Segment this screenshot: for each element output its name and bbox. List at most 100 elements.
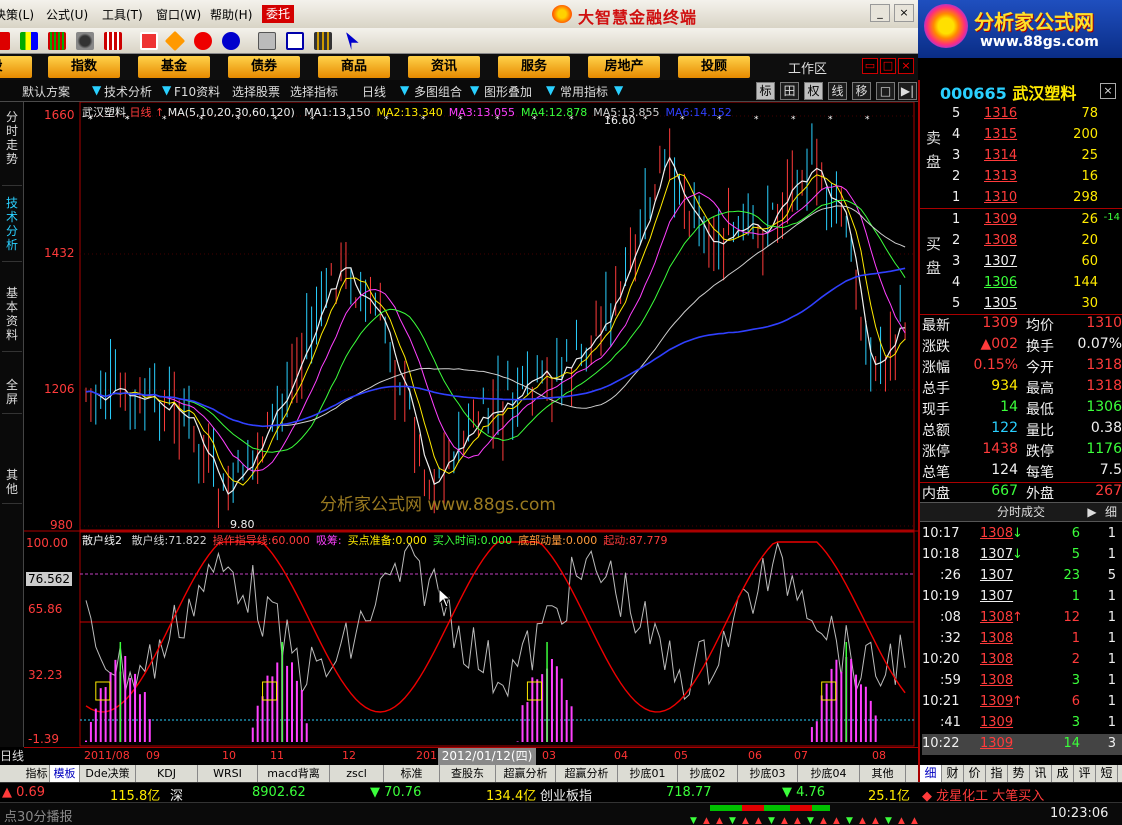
chevron-down-icon[interactable]: ▼	[546, 83, 555, 97]
toolbar-quote-icon[interactable]	[20, 32, 38, 50]
grid-button[interactable]: 田	[780, 82, 799, 100]
restore-icon[interactable]: ▭	[862, 58, 878, 74]
toolbar-news-icon[interactable]	[140, 32, 158, 50]
nav-service[interactable]: 服务	[498, 56, 570, 78]
chevron-down-icon[interactable]: ▼	[400, 83, 409, 97]
line-button[interactable]: 线	[828, 82, 847, 100]
indicator-tab[interactable]: 其他	[860, 765, 906, 782]
period-button[interactable]: 日线	[362, 83, 386, 100]
bid-row[interactable]: 4 1306 144	[940, 273, 1122, 294]
nav-index[interactable]: 指数	[48, 56, 120, 78]
vtab-technical[interactable]: 技术分析	[2, 192, 22, 262]
indicator-tab[interactable]: 超赢分析	[496, 765, 556, 782]
chevron-down-icon[interactable]: ▼	[470, 83, 479, 97]
bid-row[interactable]: 5 1305 30	[940, 294, 1122, 315]
toolbar-binocular-icon[interactable]	[76, 32, 94, 50]
chart-area[interactable]: * * * * * * * * * * * * * * * * * * * * * * * * 武汉塑料 日线 ↑ MA(5,…	[24, 102, 918, 747]
toolbar-print-icon[interactable]	[258, 32, 276, 50]
chevron-down-icon[interactable]: ▼	[92, 83, 101, 97]
vtab-other[interactable]: 其他	[2, 464, 22, 504]
toolbar-f10-icon[interactable]	[194, 32, 212, 50]
ask-row[interactable]: 1 1310 298	[940, 188, 1122, 209]
select-indicator-button[interactable]: 选择指标	[290, 83, 338, 100]
indicator-tab[interactable]: 抄底01	[618, 765, 678, 782]
rights-button[interactable]: 权	[804, 82, 823, 100]
trade-alert-button[interactable]: 委托	[262, 5, 294, 23]
nav-advisor[interactable]: 投顾	[678, 56, 750, 78]
quote-tab[interactable]: 价	[964, 765, 986, 782]
default-scheme-button[interactable]: 默认方案	[22, 83, 70, 100]
nav-bond[interactable]: 债券	[228, 56, 300, 78]
toolbar-red-icon[interactable]	[0, 32, 10, 50]
play-icon[interactable]: ▶	[1084, 503, 1100, 521]
quote-tab[interactable]: 势	[1008, 765, 1030, 782]
mark-button[interactable]: 标	[756, 82, 775, 100]
box-button[interactable]: □	[876, 82, 895, 100]
menu-help[interactable]: 帮助(H)	[210, 6, 252, 23]
toolbar-bars-icon[interactable]	[48, 32, 66, 50]
toolbar-blue-icon[interactable]	[222, 32, 240, 50]
chevron-down-icon[interactable]: ▼	[162, 83, 171, 97]
ask-row[interactable]: 5 1316 78	[940, 104, 1122, 125]
indicator-tab[interactable]: KDJ	[136, 765, 198, 782]
nav-commodity[interactable]: 商品	[318, 56, 390, 78]
toolbar-window-icon[interactable]	[286, 32, 304, 50]
f10-button[interactable]: F10资料	[174, 83, 220, 100]
chevron-down-icon[interactable]: ▼	[614, 83, 623, 97]
play-end-button[interactable]: ▶|	[898, 82, 917, 100]
toolbar-books-icon[interactable]	[314, 32, 332, 50]
indicator-tab[interactable]: 指标	[24, 765, 50, 782]
common-indicator-button[interactable]: 常用指标	[560, 83, 608, 100]
quote-tab[interactable]: 短	[1096, 765, 1118, 782]
ask-row[interactable]: 2 1313 16	[940, 167, 1122, 188]
bid-row[interactable]: 3 1307 60	[940, 252, 1122, 273]
nav-stocks[interactable]: 股	[0, 56, 32, 78]
quote-tab[interactable]: 财	[942, 765, 964, 782]
indicator-tab[interactable]: zscl	[330, 765, 384, 782]
workarea-label[interactable]: 工作区	[788, 58, 827, 77]
overlay-button[interactable]: 图形叠加	[484, 83, 532, 100]
nav-fund[interactable]: 基金	[138, 56, 210, 78]
move-button[interactable]: 移	[852, 82, 871, 100]
indicator-tab[interactable]: 抄底02	[678, 765, 738, 782]
minimize-icon[interactable]: _	[870, 4, 890, 22]
tech-analysis-button[interactable]: 技术分析	[104, 83, 152, 100]
bid-row[interactable]: 1 1309 26 -14	[940, 210, 1122, 231]
indicator-tab[interactable]: WRSI	[198, 765, 258, 782]
menu-window[interactable]: 窗口(W)	[156, 6, 201, 23]
close-icon[interactable]: ×	[898, 58, 914, 74]
indicator-tab[interactable]: Dde决策	[80, 765, 136, 782]
toolbar-chart-icon[interactable]	[104, 32, 122, 50]
vtab-fundamentals[interactable]: 基本资料	[2, 282, 22, 352]
indicator-tab[interactable]: 超赢分析	[556, 765, 618, 782]
maximize-icon[interactable]: □	[880, 58, 896, 74]
nav-info[interactable]: 资讯	[408, 56, 480, 78]
multi-chart-button[interactable]: 多图组合	[414, 83, 462, 100]
select-stock-button[interactable]: 选择股票	[232, 83, 280, 100]
menu-tools[interactable]: 工具(T)	[102, 6, 143, 23]
nav-realestate[interactable]: 房地产	[588, 56, 660, 78]
bid-row[interactable]: 2 1308 20	[940, 231, 1122, 252]
quote-tab[interactable]: 讯	[1030, 765, 1052, 782]
vtab-fullscreen[interactable]: 全屏	[2, 374, 22, 414]
ask-row[interactable]: 3 1314 25	[940, 146, 1122, 167]
close-window-icon[interactable]: ×	[894, 4, 914, 22]
indicator-tab[interactable]: macd背离	[258, 765, 330, 782]
toolbar-diamond-icon[interactable]	[164, 30, 186, 52]
indicator-tab[interactable]: 抄底03	[738, 765, 798, 782]
toolbar-help-icon[interactable]	[346, 32, 359, 50]
ask-row[interactable]: 4 1315 200	[940, 125, 1122, 146]
trades-detail-button[interactable]: 细	[1102, 503, 1120, 521]
indicator-tab[interactable]: 模板	[50, 765, 80, 782]
indicator-tab[interactable]: 抄底04	[798, 765, 860, 782]
quote-tab[interactable]: 指	[986, 765, 1008, 782]
quote-tab[interactable]: 成	[1052, 765, 1074, 782]
vtab-intraday[interactable]: 分时走势	[2, 106, 22, 186]
indicator-tab[interactable]: 查股东	[440, 765, 496, 782]
indicator-tab[interactable]: 标准	[384, 765, 440, 782]
panel-close-icon[interactable]: ×	[1100, 83, 1116, 99]
quote-tab[interactable]: 细	[920, 765, 942, 782]
quote-tab[interactable]: 评	[1074, 765, 1096, 782]
menu-decision[interactable]: 决策(L)	[0, 6, 34, 23]
menu-formula[interactable]: 公式(U)	[46, 6, 88, 23]
